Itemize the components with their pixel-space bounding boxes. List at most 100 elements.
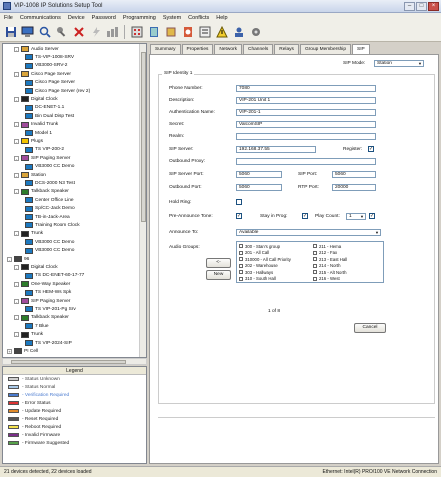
tree-item[interactable]: TB-in-Jack-Area <box>25 213 70 221</box>
new-group-button[interactable]: New <box>206 270 231 280</box>
audio-group-checkbox[interactable] <box>313 263 317 268</box>
menu-device[interactable]: Device <box>68 15 85 21</box>
collapse-icon[interactable]: - <box>14 315 19 321</box>
collapse-icon[interactable]: - <box>14 231 19 237</box>
tree-item[interactable]: Center Office Line <box>25 196 74 204</box>
audio-group-checkbox[interactable] <box>313 244 317 249</box>
audio-group-checkbox[interactable] <box>239 250 243 255</box>
tree-item[interactable]: - Talkback Speaker <box>14 188 69 196</box>
tree-item[interactable]: Training Room Clock <box>25 221 80 229</box>
tree-item[interactable]: + PI Cell <box>7 347 38 355</box>
register-checkbox[interactable]: ✓ <box>368 146 374 152</box>
add-group-button[interactable]: <- <box>206 258 231 268</box>
user-icon[interactable] <box>231 25 246 40</box>
tree-item[interactable]: - Trunk <box>14 331 43 339</box>
collapse-icon[interactable]: - <box>14 71 19 77</box>
description-field[interactable]: VIP-201 Unit 1 <box>236 97 376 104</box>
scrollbar-thumb[interactable] <box>141 52 146 222</box>
tree-item[interactable]: Sp/CC-Jack Demo <box>25 205 75 213</box>
tree-item[interactable]: TS VIP-2024-SIP <box>25 339 72 347</box>
menu-file[interactable]: File <box>4 15 13 21</box>
stay-in-prog-checkbox[interactable]: ✓ <box>302 213 308 219</box>
keypad-icon[interactable] <box>129 25 144 40</box>
tab-channels[interactable]: Channels <box>243 44 274 54</box>
collapse-icon[interactable]: - <box>14 189 19 195</box>
panel-icon[interactable] <box>197 25 212 40</box>
announce-to-select[interactable]: Available ▼ <box>236 229 381 236</box>
book-icon[interactable] <box>146 25 161 40</box>
menu-help[interactable]: Help <box>216 15 227 21</box>
phone-number-field[interactable]: 7080 <box>236 85 376 92</box>
tree-item[interactable]: - Invalid Trunk <box>14 121 58 129</box>
tab-properties[interactable]: Properties <box>181 44 214 54</box>
secret-field[interactable]: ValcomSIP <box>236 121 376 128</box>
search-icon[interactable] <box>37 25 52 40</box>
hold-ring-checkbox[interactable] <box>236 199 242 205</box>
sip-port-field[interactable]: 5060 <box>332 171 376 178</box>
sip-mode-select[interactable]: Station ▼ <box>374 60 424 67</box>
device-tree[interactable]: - Audio Server TS-VIP-1008-SRV VB3000-SRV-2… <box>2 43 147 358</box>
tab-group-membership[interactable]: Group Membership <box>299 44 352 54</box>
tree-item[interactable]: TS HEM-Ws Spk <box>25 289 71 297</box>
lightning-icon[interactable] <box>88 25 103 40</box>
scrollbar-thumb[interactable] <box>11 360 126 364</box>
network-icon[interactable] <box>105 25 120 40</box>
tree-item[interactable]: - SIP Paging Server <box>14 297 70 305</box>
audio-group-checkbox[interactable] <box>313 276 317 281</box>
menu-conflicts[interactable]: Conflicts <box>188 15 209 21</box>
audio-group-checkbox[interactable] <box>313 270 317 275</box>
audio-group-item[interactable]: 216 - West <box>311 276 383 283</box>
audio-group-checkbox[interactable] <box>239 276 243 281</box>
outbound-proxy-field[interactable] <box>236 158 376 165</box>
tree-item[interactable]: - Station <box>14 171 46 179</box>
tab-summary[interactable]: Summary <box>150 44 181 54</box>
collapse-icon[interactable]: - <box>7 256 12 262</box>
menu-programming[interactable]: Programming <box>123 15 156 21</box>
tree-horizontal-scrollbar[interactable] <box>2 358 147 365</box>
tree-item[interactable]: - Trunk <box>14 230 43 238</box>
save-icon[interactable] <box>3 25 18 40</box>
collapse-icon[interactable]: - <box>14 332 19 338</box>
tree-vertical-scrollbar[interactable] <box>139 44 146 357</box>
tab-network[interactable]: Network <box>214 44 242 54</box>
key-icon[interactable] <box>54 25 69 40</box>
tree-item[interactable]: Model 1 <box>25 129 52 137</box>
tree-item[interactable]: - Plugs <box>14 137 43 145</box>
collapse-icon[interactable]: - <box>14 96 19 102</box>
audio-group-checkbox[interactable] <box>313 250 317 255</box>
close-button[interactable]: × <box>428 2 439 11</box>
device-icon[interactable] <box>163 25 178 40</box>
collapse-icon[interactable]: - <box>14 155 19 161</box>
audio-group-checkbox[interactable] <box>239 257 243 262</box>
tree-item[interactable]: TS VIP-201-Pg Srv <box>25 305 76 313</box>
collapse-icon[interactable]: - <box>14 46 19 52</box>
tree-item[interactable]: - Talkback Speaker <box>14 314 69 322</box>
auth-name-field[interactable]: VIP-201-1 <box>236 109 376 116</box>
rtp-port-field[interactable]: 20000 <box>332 184 376 191</box>
sip-server-field[interactable]: 192.168.37.55 <box>236 146 316 153</box>
outbound-port-field[interactable]: 5060 <box>236 184 282 191</box>
play-count-select[interactable]: 1 ▼ <box>346 213 366 220</box>
audio-group-checkbox[interactable] <box>239 263 243 268</box>
tree-item[interactable]: - One-Way Speaker <box>14 280 70 288</box>
tree-item[interactable]: Bin Dual Disp Test <box>25 112 74 120</box>
menu-password[interactable]: Password <box>92 15 116 21</box>
tree-item[interactable]: VB3000-SRV-2 <box>25 62 67 70</box>
tree-item[interactable]: 7 Blue <box>25 322 49 330</box>
collapse-icon[interactable]: - <box>14 122 19 128</box>
cancel-button[interactable]: Cancel <box>354 323 386 333</box>
settings-icon[interactable] <box>248 25 263 40</box>
tree-item[interactable]: Cisco Page Server <box>25 79 75 87</box>
tree-item[interactable]: DCS-2000 N3 Test <box>25 179 75 187</box>
menu-communications[interactable]: Communications <box>20 15 61 21</box>
play-count-checkbox[interactable]: ✓ <box>369 213 375 219</box>
warning-icon[interactable] <box>214 25 229 40</box>
tree-item[interactable]: - Cisco Page Server <box>14 70 71 78</box>
collapse-icon[interactable]: - <box>14 298 19 304</box>
audio-group-checkbox[interactable] <box>239 270 243 275</box>
tab-relays[interactable]: Relays <box>274 44 299 54</box>
minimize-button[interactable]: – <box>404 2 415 11</box>
delete-icon[interactable] <box>71 25 86 40</box>
audio-groups-list[interactable]: 300 - Stan's group 201 - All Call 310000 -… <box>236 241 384 283</box>
pre-announce-checkbox[interactable]: ✓ <box>236 213 242 219</box>
